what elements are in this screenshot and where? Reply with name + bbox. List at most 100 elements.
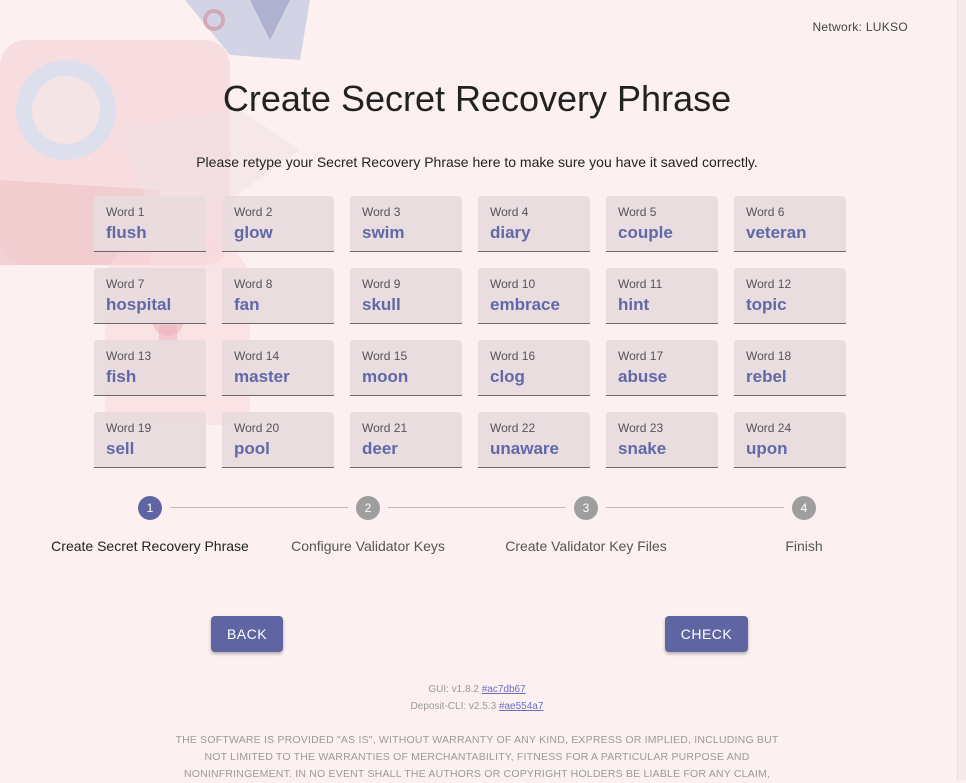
page-title: Create Secret Recovery Phrase — [222, 78, 732, 119]
word-field[interactable]: Word 15 moon — [350, 340, 462, 396]
word-field-label: Word 5 — [618, 205, 657, 219]
word-field-value[interactable]: master — [234, 367, 322, 387]
word-field[interactable]: Word 9 skull — [350, 268, 462, 324]
word-field-label: Word 1 — [106, 205, 145, 219]
license-text: THE SOFTWARE IS PROVIDED "AS IS", WITHOU… — [160, 732, 794, 783]
word-field[interactable]: Word 12 topic — [734, 268, 846, 324]
word-field[interactable]: Word 23 snake — [606, 412, 718, 468]
word-field-value[interactable]: rebel — [746, 367, 834, 387]
gui-commit-link[interactable]: #ac7db67 — [482, 684, 526, 695]
step-3-icon: 3 — [574, 496, 598, 520]
word-field-value[interactable]: fan — [234, 295, 322, 315]
word-field[interactable]: Word 4 diary — [478, 196, 590, 252]
gui-version: GUI: v1.8.2 #ac7db67 — [0, 684, 954, 695]
cli-version-label: Deposit-CLI: v2.5.3 — [410, 701, 497, 712]
word-field-label: Word 7 — [106, 277, 145, 291]
back-button[interactable]: BACK — [211, 616, 283, 652]
word-field-value[interactable]: swim — [362, 223, 450, 243]
word-field-value[interactable]: flush — [106, 223, 194, 243]
word-field-value[interactable]: upon — [746, 439, 834, 459]
word-field-value[interactable]: moon — [362, 367, 450, 387]
word-field-label: Word 11 — [618, 277, 663, 291]
word-field-value[interactable]: embrace — [490, 295, 578, 315]
word-field-label: Word 2 — [234, 205, 273, 219]
word-field-value[interactable]: deer — [362, 439, 450, 459]
word-field-label: Word 23 — [618, 421, 664, 435]
word-field-label: Word 15 — [362, 349, 408, 363]
word-field-label: Word 19 — [106, 421, 152, 435]
word-field[interactable]: Word 16 clog — [478, 340, 590, 396]
stepper-connector — [606, 507, 784, 508]
word-field[interactable]: Word 2 glow — [222, 196, 334, 252]
word-field[interactable]: Word 6 veteran — [734, 196, 846, 252]
word-field[interactable]: Word 17 abuse — [606, 340, 718, 396]
gui-version-label: GUI: v1.8.2 — [428, 684, 479, 695]
word-field[interactable]: Word 21 deer — [350, 412, 462, 468]
word-field[interactable]: Word 8 fan — [222, 268, 334, 324]
word-field-value[interactable]: glow — [234, 223, 322, 243]
word-field-value[interactable]: diary — [490, 223, 578, 243]
step-2-icon: 2 — [356, 496, 380, 520]
license-line: THE SOFTWARE IS PROVIDED "AS IS", WITHOU… — [175, 734, 779, 746]
word-field-label: Word 4 — [490, 205, 529, 219]
step-1-icon: 1 — [138, 496, 162, 520]
check-button[interactable]: CHECK — [665, 616, 748, 652]
word-field-label: Word 13 — [106, 349, 152, 363]
word-grid: Word 1 flush Word 2 glow Word 3 swim Word 4… — [94, 196, 846, 468]
cli-commit-link[interactable]: #ae554a7 — [499, 701, 544, 712]
word-field-value[interactable]: couple — [618, 223, 706, 243]
license-line: NOT LIMITED TO THE WARRANTIES OF MERCHAN… — [204, 751, 750, 763]
word-field[interactable]: Word 5 couple — [606, 196, 718, 252]
word-field-label: Word 22 — [490, 421, 536, 435]
step-3-label: Create Validator Key Files — [505, 538, 667, 554]
progress-stepper: 1 2 3 4 Create Secret Recovery Phrase Co… — [0, 496, 966, 566]
license-line: NONINFRINGEMENT. IN NO EVENT SHALL THE A… — [183, 768, 771, 780]
word-field-label: Word 14 — [234, 349, 280, 363]
word-field-label: Word 20 — [234, 421, 280, 435]
word-field[interactable]: Word 18 rebel — [734, 340, 846, 396]
word-field-value[interactable]: hint — [618, 295, 706, 315]
word-field-label: Word 17 — [618, 349, 664, 363]
word-field[interactable]: Word 7 hospital — [94, 268, 206, 324]
word-field-label: Word 18 — [746, 349, 792, 363]
word-field-value[interactable]: clog — [490, 367, 578, 387]
word-field[interactable]: Word 11 hint — [606, 268, 718, 324]
word-field[interactable]: Word 1 flush — [94, 196, 206, 252]
word-field-value[interactable]: unaware — [490, 439, 578, 459]
word-field[interactable]: Word 22 unaware — [478, 412, 590, 468]
word-field[interactable]: Word 20 pool — [222, 412, 334, 468]
word-field-value[interactable]: pool — [234, 439, 322, 459]
word-field-label: Word 8 — [234, 277, 273, 291]
word-field-value[interactable]: topic — [746, 295, 834, 315]
word-field-value[interactable]: sell — [106, 439, 194, 459]
word-field[interactable]: Word 14 master — [222, 340, 334, 396]
word-field-label: Word 6 — [746, 205, 785, 219]
step-2-label: Configure Validator Keys — [291, 538, 445, 554]
network-indicator: Network: LUKSO — [812, 20, 908, 34]
word-field-label: Word 3 — [362, 205, 401, 219]
word-field-label: Word 12 — [746, 277, 792, 291]
word-field[interactable]: Word 24 upon — [734, 412, 846, 468]
page-subtitle: Please retype your Secret Recovery Phras… — [196, 154, 758, 170]
step-4-label: Finish — [785, 538, 823, 554]
stepper-connector — [170, 507, 348, 508]
word-field[interactable]: Word 19 sell — [94, 412, 206, 468]
step-4-icon: 4 — [792, 496, 816, 520]
word-field-value[interactable]: abuse — [618, 367, 706, 387]
word-field-label: Word 16 — [490, 349, 536, 363]
word-field[interactable]: Word 3 swim — [350, 196, 462, 252]
word-field-value[interactable]: hospital — [106, 295, 194, 315]
word-field-label: Word 24 — [746, 421, 792, 435]
word-field[interactable]: Word 13 fish — [94, 340, 206, 396]
cli-version: Deposit-CLI: v2.5.3 #ae554a7 — [0, 701, 954, 712]
word-field-value[interactable]: skull — [362, 295, 450, 315]
step-1-label: Create Secret Recovery Phrase — [51, 538, 249, 554]
word-field-label: Word 21 — [362, 421, 408, 435]
word-field-value[interactable]: veteran — [746, 223, 834, 243]
word-field-value[interactable]: fish — [106, 367, 194, 387]
word-field-label: Word 10 — [490, 277, 536, 291]
stepper-connector — [388, 507, 566, 508]
scrollbar[interactable] — [957, 0, 966, 780]
word-field[interactable]: Word 10 embrace — [478, 268, 590, 324]
word-field-value[interactable]: snake — [618, 439, 706, 459]
